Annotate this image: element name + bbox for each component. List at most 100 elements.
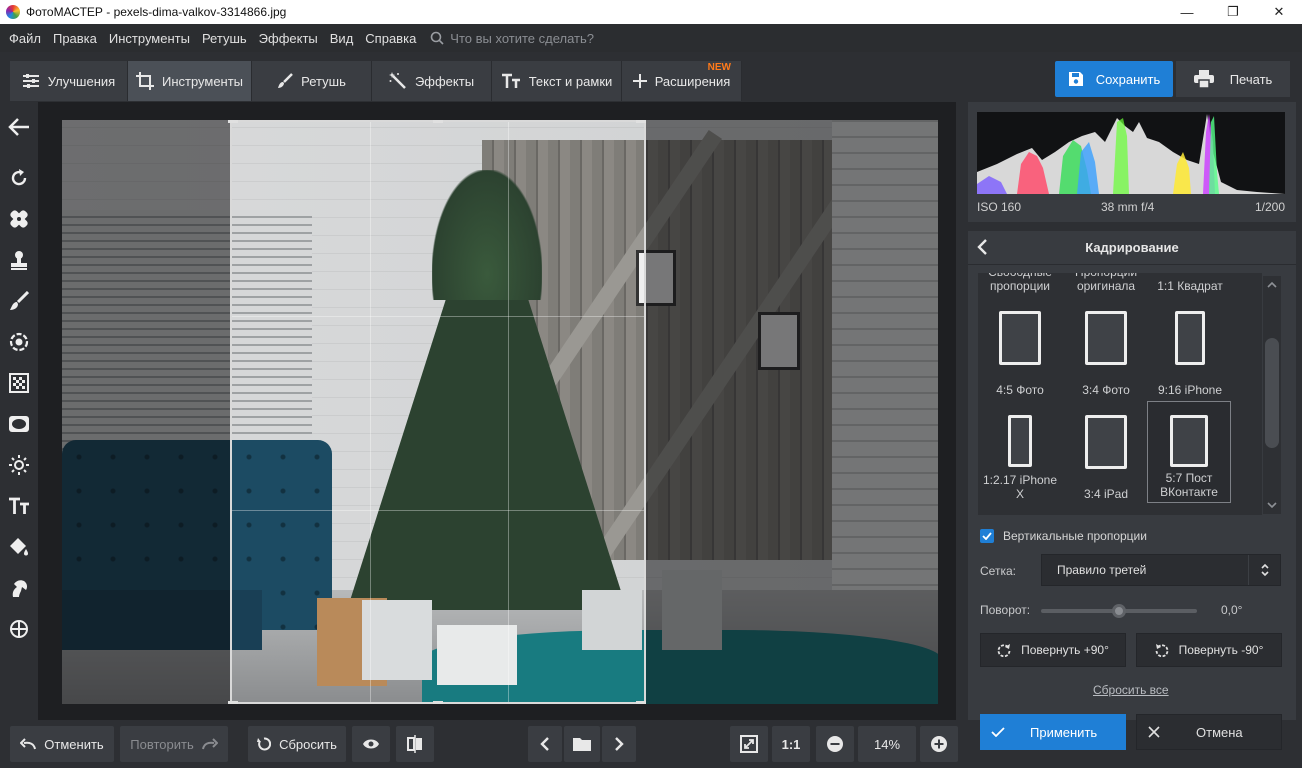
minus-circle-icon: [827, 736, 843, 752]
crop-handle[interactable]: [433, 120, 443, 123]
crop-frame[interactable]: [228, 120, 646, 704]
reset-icon: [257, 737, 272, 751]
print-label: Печать: [1229, 71, 1273, 87]
text-icon: [501, 73, 520, 88]
redo-button[interactable]: Повторить: [120, 726, 228, 762]
crop-handle[interactable]: [636, 701, 646, 704]
presets-scrollbar[interactable]: [1263, 276, 1281, 514]
stamp-icon[interactable]: [6, 247, 32, 273]
folder-icon: [573, 738, 591, 751]
rotate-ccw-icon: [1155, 644, 1169, 657]
save-button[interactable]: Сохранить: [1055, 61, 1173, 97]
chevron-right-icon: [615, 737, 624, 751]
histogram: [977, 112, 1285, 194]
target-icon[interactable]: [6, 329, 32, 355]
rotate-icon[interactable]: [6, 165, 32, 191]
scrollbar-thumb[interactable]: [1265, 338, 1279, 448]
text-icon[interactable]: [6, 493, 32, 519]
patch-icon[interactable]: [6, 206, 32, 232]
zoom-out-button[interactable]: [816, 726, 854, 762]
scroll-up-icon: [1267, 281, 1277, 288]
reset-all-link[interactable]: Сбросить все: [1093, 683, 1169, 697]
vignette-icon[interactable]: [6, 411, 32, 437]
back-arrow-icon[interactable]: [6, 114, 32, 140]
tab-extensions[interactable]: Расширения NEW: [622, 61, 742, 101]
tab-enhancements[interactable]: Улучшения: [10, 61, 128, 101]
preset-original[interactable]: Пропорции оригинала: [1064, 273, 1148, 293]
apply-label: Применить: [1030, 724, 1098, 740]
crop-handle[interactable]: [228, 701, 238, 704]
preset-3-4-photo[interactable]: 3:4 Фото: [1064, 311, 1148, 397]
image-canvas[interactable]: [38, 102, 956, 720]
zoom-in-button[interactable]: [920, 726, 958, 762]
menu-view[interactable]: Вид: [330, 31, 354, 46]
zoom-actual-button[interactable]: 1:1: [772, 726, 810, 762]
plus-icon: [632, 74, 647, 88]
maximize-button[interactable]: ❐: [1210, 0, 1256, 24]
window-controls: — ❐ ✕: [1164, 0, 1302, 24]
vertical-proportions-row[interactable]: Вертикальные пропорции: [980, 527, 1147, 545]
rotate-minus-90-button[interactable]: Повернуть -90°: [1136, 633, 1282, 667]
cancel-button[interactable]: Отмена: [1136, 714, 1282, 750]
prev-image-button[interactable]: [528, 726, 562, 762]
rotate-plus-label: Повернуть +90°: [1021, 643, 1109, 657]
open-folder-button[interactable]: [564, 726, 600, 762]
rotate-plus-90-button[interactable]: Повернуть +90°: [980, 633, 1126, 667]
grid-icon[interactable]: [6, 370, 32, 396]
next-image-button[interactable]: [602, 726, 636, 762]
ratio-shape-icon: [1085, 415, 1127, 469]
menu-file[interactable]: Файл: [9, 31, 41, 46]
tab-label: Эффекты: [414, 73, 475, 89]
fit-screen-button[interactable]: [730, 726, 768, 762]
chevron-left-icon: [540, 737, 549, 751]
menu-retouch[interactable]: Ретушь: [202, 31, 247, 46]
compare-icon: [407, 735, 422, 753]
preset-square[interactable]: 1:1 Квадрат: [1148, 279, 1232, 293]
tab-retouch[interactable]: Ретушь: [252, 61, 372, 101]
menu-help[interactable]: Справка: [365, 31, 416, 46]
crosshair-icon[interactable]: [6, 616, 32, 642]
panel-back-button[interactable]: [976, 238, 994, 258]
compare-button[interactable]: [396, 726, 434, 762]
rotation-value: 0,0°: [1221, 603, 1243, 617]
ratio-shape-icon: [1175, 311, 1205, 365]
reset-button[interactable]: Сбросить: [248, 726, 346, 762]
horse-icon[interactable]: [6, 575, 32, 601]
preset-4-5-photo[interactable]: 4:5 Фото: [978, 311, 1062, 397]
preset-9-16-iphone[interactable]: 9:16 iPhone: [1148, 311, 1232, 397]
fill-icon[interactable]: [6, 534, 32, 560]
menu-tools[interactable]: Инструменты: [109, 31, 190, 46]
rotation-slider-thumb[interactable]: [1112, 604, 1126, 618]
crop-handle[interactable]: [636, 120, 646, 123]
tab-tools[interactable]: Инструменты: [128, 61, 252, 101]
menu-edit[interactable]: Правка: [53, 31, 97, 46]
crop-presets-list: Свободные пропорции Пропорции оригинала …: [978, 273, 1262, 515]
preset-3-4-ipad[interactable]: 3:4 iPad: [1064, 415, 1148, 501]
preview-button[interactable]: [352, 726, 390, 762]
vertical-proportions-checkbox[interactable]: [980, 529, 994, 543]
minimize-button[interactable]: —: [1164, 0, 1210, 24]
print-button[interactable]: Печать: [1176, 61, 1290, 97]
menu-bar: Файл Правка Инструменты Ретушь Эффекты В…: [0, 24, 1302, 52]
ratio-shape-icon: [1008, 415, 1032, 467]
brush-icon[interactable]: [6, 288, 32, 314]
reset-label: Сбросить: [279, 736, 337, 752]
close-button[interactable]: ✕: [1256, 0, 1302, 24]
preset-1-2-17-iphone-x[interactable]: 1:2.17 iPhone X: [978, 415, 1062, 501]
menu-effects[interactable]: Эффекты: [259, 31, 318, 46]
undo-button[interactable]: Отменить: [10, 726, 114, 762]
menu-search[interactable]: Что вы хотите сделать?: [430, 31, 594, 46]
tab-effects[interactable]: Эффекты: [372, 61, 492, 101]
light-icon[interactable]: [6, 452, 32, 478]
crop-handle[interactable]: [433, 701, 443, 704]
rotate-minus-label: Повернуть -90°: [1178, 643, 1264, 657]
apply-button[interactable]: Применить: [980, 714, 1126, 750]
tab-label: Текст и рамки: [528, 73, 613, 89]
preset-5-7-vk-post[interactable]: 5:7 Пост ВКонтакте: [1147, 401, 1231, 503]
redo-label: Повторить: [130, 736, 194, 752]
grid-select[interactable]: Правило третей: [1041, 554, 1281, 586]
crop-handle[interactable]: [228, 120, 238, 123]
check-icon: [982, 532, 992, 540]
preset-free[interactable]: Свободные пропорции: [978, 273, 1062, 293]
tab-text-frames[interactable]: Текст и рамки: [492, 61, 622, 101]
